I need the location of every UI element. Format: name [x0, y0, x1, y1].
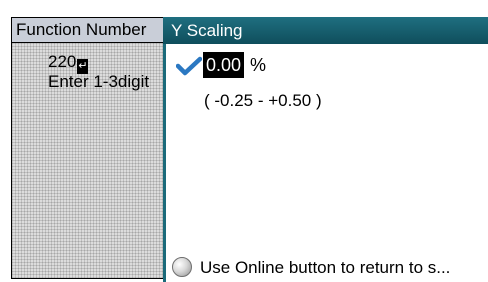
y-scaling-range: ( -0.25 - +0.50 )	[204, 91, 322, 110]
printer-panel-screen: Function Number 220 ↵ Enter 1-3digit Y Sc…	[0, 0, 488, 282]
function-number-value: 220	[48, 52, 77, 71]
y-scaling-pane: Y Scaling 0.00 % ( -0.25 - +0.50 ) Use O…	[163, 17, 488, 282]
function-number-header: Function Number	[12, 18, 163, 43]
function-number-hint: Enter 1-3digit	[48, 72, 150, 91]
footer-instruction: Use Online button to return to s...	[200, 258, 451, 277]
function-number-pane: Function Number 220 ↵ Enter 1-3digit	[11, 17, 164, 279]
y-scaling-unit: %	[250, 55, 267, 75]
checkmark-icon	[176, 56, 202, 76]
y-scaling-value-field[interactable]: 0.00	[203, 52, 245, 78]
function-number-input[interactable]: 220 ↵	[48, 52, 89, 74]
y-scaling-header: Y Scaling	[163, 17, 488, 44]
online-button-icon	[172, 257, 192, 277]
